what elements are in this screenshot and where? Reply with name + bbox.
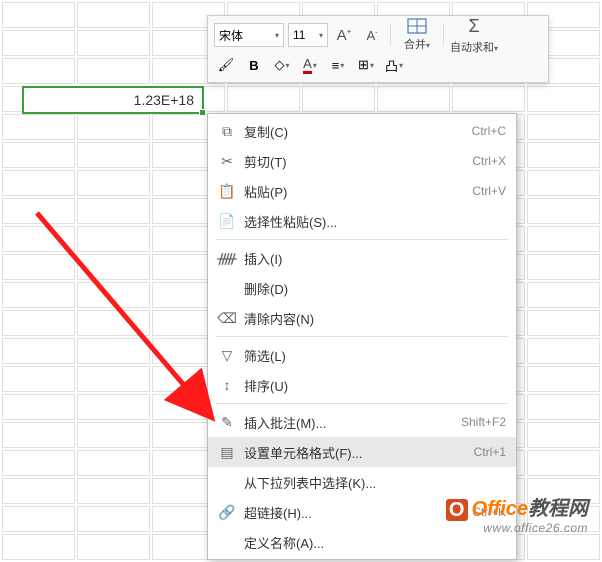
format-painter-icon: 🖌 [218, 57, 235, 73]
decrease-font-button[interactable]: A- [360, 23, 384, 47]
menu-shortcut: Ctrl+C [472, 124, 506, 138]
font-size-select[interactable]: 11 ▾ [288, 23, 328, 47]
border-icon: ⊞ [358, 57, 369, 73]
menu-insert[interactable]: ᚏ 插入(I) [208, 243, 516, 273]
logo-icon: O [446, 499, 468, 521]
menu-label: 插入批注(M)... [238, 413, 461, 432]
font-size: 11 [293, 28, 305, 42]
bold-button[interactable]: B [242, 53, 266, 77]
link-icon: 🔗 [216, 504, 238, 521]
merge-icon [407, 18, 427, 34]
menu-paste[interactable]: 📋 粘贴(P) Ctrl+V [208, 176, 516, 206]
separator [443, 24, 444, 46]
copy-icon: ⧉ [216, 123, 238, 140]
menu-paste-special[interactable]: 📄 选择性粘贴(S)... [208, 206, 516, 236]
menu-shortcut: Ctrl+V [472, 184, 506, 198]
menu-label: 剪切(T) [238, 152, 472, 171]
menu-label: 超链接(H)... [238, 503, 472, 522]
chevron-down-icon: ▾ [370, 61, 374, 70]
menu-shortcut: Ctrl+1 [474, 445, 506, 459]
fill-handle[interactable] [199, 109, 206, 116]
menu-shortcut: Shift+F2 [461, 415, 506, 429]
fill-color-button[interactable]: ◇▾ [270, 53, 294, 77]
menu-label: 删除(D) [238, 279, 506, 298]
menu-format-cells[interactable]: ▤ 设置单元格格式(F)... Ctrl+1 [208, 437, 516, 467]
menu-label: 清除内容(N) [238, 309, 506, 328]
font-name: 宋体 [219, 27, 243, 44]
sort-icon: ↕ [216, 377, 238, 393]
menu-label: 排序(U) [238, 376, 506, 395]
increase-font-icon: A+ [337, 27, 352, 44]
menu-label: 从下拉列表中选择(K)... [238, 473, 506, 492]
chevron-down-icon: ▾ [426, 41, 430, 50]
chevron-down-icon: ▾ [275, 31, 279, 40]
chevron-down-icon: ▾ [319, 31, 323, 40]
clear-icon: ⌫ [216, 310, 238, 327]
autosum-label: 自动求和 [450, 42, 494, 54]
insert-icon: ᚏ [216, 250, 238, 267]
menu-filter[interactable]: ▽ 筛选(L) [208, 340, 516, 370]
chevron-down-icon: ▾ [340, 61, 344, 70]
menu-separator [216, 403, 508, 404]
font-color-icon: A [303, 56, 312, 74]
menu-separator [216, 336, 508, 337]
bold-icon: B [249, 58, 258, 73]
align-button[interactable]: ≡▾ [326, 53, 350, 77]
border-button[interactable]: ⊞▾ [354, 53, 378, 77]
merge-button[interactable]: 合并▾ [397, 18, 437, 52]
paste-icon: 📋 [216, 183, 238, 200]
chevron-down-icon: ▾ [494, 44, 498, 53]
menu-insert-comment[interactable]: ✎ 插入批注(M)... Shift+F2 [208, 407, 516, 437]
font-color-button[interactable]: A▾ [298, 53, 322, 77]
cell-value: 1.23E+18 [134, 92, 194, 108]
menu-label: 插入(I) [238, 249, 506, 268]
menu-delete[interactable]: 删除(D) [208, 273, 516, 303]
separator [390, 24, 391, 46]
format-cells-icon: ▤ [216, 444, 238, 461]
merge-label: 合并 [404, 39, 426, 51]
menu-copy[interactable]: ⧉ 复制(C) Ctrl+C [208, 116, 516, 146]
chevron-down-icon: ▾ [285, 61, 289, 70]
menu-label: 粘贴(P) [238, 182, 472, 201]
cut-icon: ✂ [216, 153, 238, 170]
format-icon: 凸 [385, 56, 398, 75]
menu-clear[interactable]: ⌫ 清除内容(N) [208, 303, 516, 333]
font-select[interactable]: 宋体 ▾ [214, 23, 284, 47]
menu-sort[interactable]: ↕ 排序(U) [208, 370, 516, 400]
format-button[interactable]: 凸▾ [382, 53, 406, 77]
watermark-brand-en: Office [472, 498, 528, 520]
align-icon: ≡ [332, 58, 340, 73]
menu-label: 设置单元格格式(F)... [238, 443, 474, 462]
autosum-button[interactable]: Σ 自动求和▾ [450, 16, 498, 55]
menu-cut[interactable]: ✂ 剪切(T) Ctrl+X [208, 146, 516, 176]
watermark: OOffice教程网 www.office26.com [446, 492, 588, 535]
selected-cell[interactable]: 1.23E+18 [22, 86, 204, 114]
watermark-url: www.office26.com [446, 521, 588, 535]
mini-toolbar: 宋体 ▾ 11 ▾ A+ A- 合并▾ Σ 自动求和▾ 🖌 B ◇▾ A▾ ≡▾… [207, 15, 549, 83]
menu-label: 定义名称(A)... [238, 533, 506, 552]
menu-label: 选择性粘贴(S)... [238, 212, 506, 231]
chevron-down-icon: ▾ [399, 61, 403, 70]
bucket-icon: ◇ [274, 57, 284, 73]
watermark-brand-cn: 教程网 [528, 498, 588, 520]
menu-label: 筛选(L) [238, 346, 506, 365]
menu-separator [216, 239, 508, 240]
paste-special-icon: 📄 [216, 213, 238, 230]
format-painter-button[interactable]: 🖌 [214, 53, 238, 77]
menu-shortcut: Ctrl+X [472, 154, 506, 168]
decrease-font-icon: A- [366, 28, 377, 43]
increase-font-button[interactable]: A+ [332, 23, 356, 47]
sigma-icon: Σ [468, 16, 479, 37]
menu-label: 复制(C) [238, 122, 472, 141]
filter-icon: ▽ [216, 347, 238, 364]
chevron-down-icon: ▾ [313, 61, 317, 70]
comment-icon: ✎ [216, 414, 238, 431]
